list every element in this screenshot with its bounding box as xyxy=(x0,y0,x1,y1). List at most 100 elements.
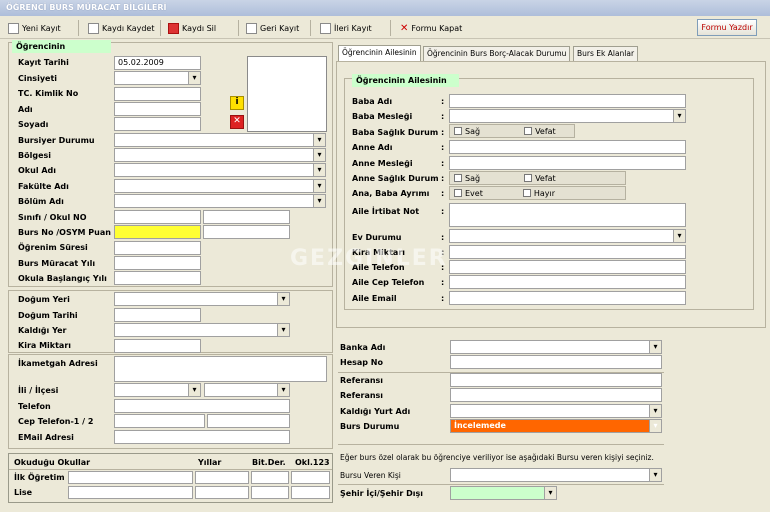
high-school-input[interactable] xyxy=(68,486,193,499)
account-no-label: Hesap No xyxy=(340,358,383,367)
address-label: İkametgah Adresi xyxy=(18,359,98,368)
sponsor-select[interactable] xyxy=(450,468,662,482)
primary-school-input[interactable] xyxy=(68,471,193,484)
tab-family[interactable]: Öğrencinin Ailesinin xyxy=(338,45,421,62)
high-years-input[interactable] xyxy=(195,486,249,499)
primary-grade-input[interactable] xyxy=(251,471,289,484)
rent-amount-input[interactable] xyxy=(114,339,201,353)
house-status-select[interactable] xyxy=(449,229,686,243)
delete-icon xyxy=(168,22,179,34)
department-label: Bölüm Adı xyxy=(18,197,64,206)
family-rent-input[interactable] xyxy=(449,245,686,259)
dorm-name-select[interactable] xyxy=(450,404,662,418)
email-input[interactable] xyxy=(114,430,290,444)
gender-select[interactable] xyxy=(114,71,201,85)
mobile2-input[interactable] xyxy=(207,414,290,428)
mother-name-input[interactable] xyxy=(449,140,686,154)
new-record-button[interactable]: Yeni Kayıt xyxy=(8,20,61,36)
info-icon[interactable]: i xyxy=(230,96,244,110)
education-duration-input[interactable] xyxy=(114,241,201,255)
mother-health-options: Sağ Vefat xyxy=(449,171,626,185)
next-record-button[interactable]: İleri Kayıt xyxy=(320,20,372,36)
scholarship-status-select[interactable] xyxy=(114,133,326,147)
region-select[interactable] xyxy=(114,148,326,162)
scholarship-state-select[interactable]: İncelemede xyxy=(450,419,662,433)
tab-extra-fields[interactable]: Burs Ek Alanlar xyxy=(573,46,639,62)
close-form-button[interactable]: ✕ Formu Kapat xyxy=(400,20,462,36)
print-form-button[interactable]: Formu Yazdır xyxy=(697,19,757,36)
scholarship-no-input[interactable] xyxy=(114,225,201,239)
father-job-select[interactable] xyxy=(449,109,686,123)
osym-score-input[interactable] xyxy=(203,225,290,239)
mother-alive-checkbox[interactable] xyxy=(454,174,462,182)
birth-date-input[interactable] xyxy=(114,308,201,322)
faculty-select[interactable] xyxy=(114,179,326,193)
family-contact-note-label: Aile İrtibat Not xyxy=(352,207,420,216)
mother-job-input[interactable] xyxy=(449,156,686,170)
reference1-input[interactable] xyxy=(450,373,662,387)
rent-amount-label: Kira Miktarı xyxy=(18,341,72,350)
city-scope-label: Şehir İçi/Şehir Dışı xyxy=(340,489,423,498)
faculty-label: Fakülte Adı xyxy=(18,182,69,191)
city-scope-select[interactable] xyxy=(450,486,557,500)
address-input[interactable] xyxy=(114,356,327,382)
registration-date-input[interactable]: 05.02.2009 xyxy=(114,56,201,70)
watermark: GEZGINLER xyxy=(290,246,448,271)
family-mobile-label: Aile Cep Telefon xyxy=(352,278,425,287)
high-okl-input[interactable] xyxy=(291,486,330,499)
first-name-input[interactable] xyxy=(114,102,201,116)
school-start-year-input[interactable] xyxy=(114,271,201,285)
mobile1-input[interactable] xyxy=(114,414,205,428)
tab-debt-credit[interactable]: Öğrencinin Burs Borç-Alacak Durumu xyxy=(423,46,571,62)
father-name-input[interactable] xyxy=(449,94,686,108)
application-year-input[interactable] xyxy=(114,256,201,270)
tc-id-input[interactable] xyxy=(114,87,201,101)
birth-place-select[interactable] xyxy=(114,292,290,306)
reference2-input[interactable] xyxy=(450,388,662,402)
bank-name-select[interactable] xyxy=(450,340,662,354)
student-photo[interactable] xyxy=(247,56,327,132)
new-document-icon xyxy=(8,22,19,34)
father-job-label: Baba Mesleği xyxy=(352,112,413,121)
family-email-input[interactable] xyxy=(449,291,686,305)
city-district-label: İli / İlçesi xyxy=(18,386,59,395)
last-name-input[interactable] xyxy=(114,117,201,131)
toolbar-separator xyxy=(160,20,161,36)
divider xyxy=(338,484,664,485)
family-phone-input[interactable] xyxy=(449,260,686,274)
dorm-name-label: Kaldığı Yurt Adı xyxy=(340,407,411,416)
gender-label: Cinsiyeti xyxy=(18,74,58,83)
account-no-input[interactable] xyxy=(450,355,662,369)
previous-record-button[interactable]: Geri Kayıt xyxy=(246,20,299,36)
father-alive-checkbox[interactable] xyxy=(454,127,462,135)
remove-photo-icon[interactable]: ✕ xyxy=(230,115,244,129)
residence-select[interactable] xyxy=(114,323,290,337)
department-select[interactable] xyxy=(114,194,326,208)
separated-no-checkbox[interactable] xyxy=(522,189,531,197)
separated-yes-checkbox[interactable] xyxy=(454,189,462,197)
forward-arrow-icon xyxy=(320,22,331,34)
grade-header: Bit.Der. xyxy=(252,458,286,467)
class-input[interactable] xyxy=(114,210,201,224)
high-grade-input[interactable] xyxy=(251,486,289,499)
city-select[interactable] xyxy=(114,383,201,397)
phone-input[interactable] xyxy=(114,399,290,413)
bank-name-label: Banka Adı xyxy=(340,343,386,352)
delete-record-button[interactable]: Kaydı Sil xyxy=(168,20,216,36)
mother-health-label: Anne Sağlık Durum xyxy=(352,174,439,183)
family-contact-note-input[interactable] xyxy=(449,203,686,227)
save-icon xyxy=(88,22,99,34)
school-name-select[interactable] xyxy=(114,163,326,177)
birth-place-label: Doğum Yeri xyxy=(18,295,70,304)
primary-years-input[interactable] xyxy=(195,471,249,484)
father-deceased-checkbox[interactable] xyxy=(524,127,533,135)
high-school-label: Lise xyxy=(14,488,33,497)
school-number-input[interactable] xyxy=(203,210,290,224)
mother-job-label: Anne Mesleği xyxy=(352,159,413,168)
save-record-button[interactable]: Kaydı Kaydet xyxy=(88,20,154,36)
primary-okl-input[interactable] xyxy=(291,471,330,484)
mother-deceased-checkbox[interactable] xyxy=(524,174,533,182)
house-status-label: Ev Durumu xyxy=(352,233,402,242)
district-select[interactable] xyxy=(204,383,290,397)
family-mobile-input[interactable] xyxy=(449,275,686,289)
